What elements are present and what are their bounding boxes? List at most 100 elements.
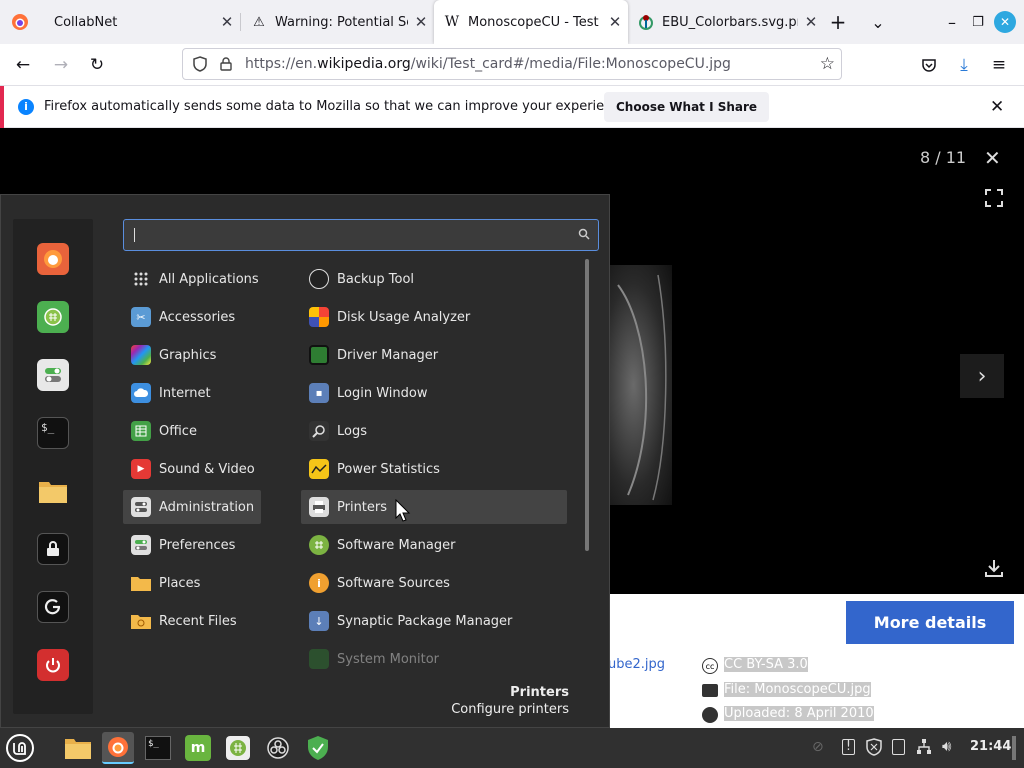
lock-screen-icon[interactable]	[37, 533, 69, 565]
image-file-icon	[702, 684, 718, 697]
app-software-manager[interactable]: Software Manager	[301, 528, 567, 562]
license-text[interactable]: CC BY-SA 3.0	[724, 657, 808, 672]
mintupdate-launcher-icon[interactable]: m	[182, 732, 214, 764]
more-details-button[interactable]: More details	[846, 601, 1014, 644]
selected-app-description: Configure printers	[451, 702, 569, 717]
image-preview[interactable]	[608, 265, 672, 505]
category-administration[interactable]: Administration	[123, 490, 261, 524]
restore-icon[interactable]: ❐	[964, 8, 992, 36]
tab-collabnet[interactable]: CollabNet ✕	[44, 0, 240, 44]
logout-icon[interactable]	[37, 591, 69, 623]
printer-icon	[309, 497, 329, 517]
category-sound-video[interactable]: ▶ Sound & Video	[123, 452, 263, 486]
close-viewer-icon[interactable]: ✕	[984, 146, 1001, 170]
menu-search-input[interactable]	[123, 219, 599, 251]
app-backup-tool[interactable]: Backup Tool	[301, 262, 567, 296]
disk-usage-icon	[309, 307, 329, 327]
app-synaptic-package-manager[interactable]: ↓ Synaptic Package Manager	[301, 604, 567, 638]
notification-accent	[0, 86, 4, 128]
tab-title: EBU_Colorbars.svg.png	[662, 14, 798, 30]
clock-icon	[702, 707, 718, 723]
graph-icon	[309, 459, 329, 479]
firefox-view-icon[interactable]	[6, 8, 34, 36]
no-network-icon[interactable]: ⊘	[812, 739, 824, 755]
hamburger-menu-icon[interactable]: ≡	[984, 50, 1014, 80]
back-button[interactable]: ←	[8, 50, 38, 80]
app-software-sources[interactable]: i Software Sources	[301, 566, 567, 600]
tab-monoscope[interactable]: W MonoscopeCU - Test ca ✕	[434, 0, 628, 44]
close-icon[interactable]: ✕	[214, 13, 240, 31]
folder-icon[interactable]	[37, 475, 69, 507]
pocket-icon[interactable]	[914, 50, 944, 80]
category-all-applications[interactable]: All Applications	[123, 262, 263, 296]
next-image-button[interactable]: ›	[960, 354, 1004, 398]
close-window-button[interactable]: ✕	[991, 8, 1019, 36]
app-printers[interactable]: Printers	[301, 490, 567, 524]
category-recent-files[interactable]: Recent Files	[123, 604, 263, 638]
fullscreen-icon[interactable]	[984, 188, 1004, 212]
shield-launcher-icon[interactable]	[302, 732, 334, 764]
file-name-text[interactable]: File: MonoscopeCU.jpg	[724, 682, 871, 697]
document-tray-icon[interactable]	[892, 739, 905, 755]
tab-warning[interactable]: ⚠ Warning: Potential Sec ✕	[241, 0, 434, 44]
firefox-icon[interactable]	[37, 243, 69, 275]
sources-info-icon: i	[309, 573, 329, 593]
firefox-launcher-icon[interactable]	[102, 732, 134, 764]
app-power-statistics[interactable]: Power Statistics	[301, 452, 567, 486]
downloads-icon[interactable]: ⤓	[949, 50, 979, 80]
list-tabs-icon[interactable]: ⌄	[864, 8, 892, 36]
new-tab-icon[interactable]: +	[824, 8, 852, 36]
warning-icon: ⚠	[253, 14, 265, 30]
selected-app-title: Printers	[510, 685, 569, 700]
app-login-window[interactable]: ▪ Login Window	[301, 376, 567, 410]
close-icon[interactable]: ✕	[602, 13, 628, 31]
category-places[interactable]: Places	[123, 566, 263, 600]
terminal-icon[interactable]: $_	[37, 417, 69, 449]
cloud-icon	[131, 383, 151, 403]
reload-button[interactable]: ↻	[82, 50, 112, 80]
app-disk-usage-analyzer[interactable]: Disk Usage Analyzer	[301, 300, 567, 334]
clipboard-icon[interactable]: !	[842, 739, 855, 755]
close-icon[interactable]: ✕	[798, 13, 824, 31]
download-icon[interactable]	[984, 558, 1004, 582]
volume-icon[interactable]: 🔊︎	[942, 737, 951, 755]
menu-scrollbar[interactable]	[585, 259, 589, 551]
wikimedia-icon	[638, 14, 654, 30]
mint-menu-button[interactable]	[4, 732, 36, 764]
forward-button[interactable]: →	[46, 50, 76, 80]
security-shield-tray-icon[interactable]	[866, 738, 882, 760]
grid-icon	[131, 269, 151, 289]
close-icon[interactable]: ✕	[408, 13, 434, 31]
category-graphics[interactable]: Graphics	[123, 338, 263, 372]
software-manager-icon[interactable]	[37, 301, 69, 333]
category-preferences[interactable]: Preferences	[123, 528, 263, 562]
close-icon[interactable]: ✕	[990, 97, 1004, 117]
bookmark-star-icon[interactable]: ☆	[820, 54, 835, 74]
lock-icon[interactable]	[217, 57, 235, 71]
minimize-icon[interactable]: –	[938, 8, 966, 36]
image-counter: 8 / 11	[920, 148, 967, 167]
app-system-monitor[interactable]: System Monitor	[301, 642, 567, 676]
url-bar[interactable]: https://en.wikipedia.org/wiki/Test_card#…	[182, 48, 842, 80]
scissors-icon: ✂	[131, 307, 151, 327]
terminal-launcher-icon[interactable]: $_	[142, 732, 174, 764]
power-icon[interactable]	[37, 649, 69, 681]
network-tray-icon[interactable]	[916, 738, 932, 760]
tab-ebu-colorbars[interactable]: EBU_Colorbars.svg.png ✕	[628, 0, 824, 44]
related-file-link[interactable]: ube2.jpg	[608, 657, 665, 672]
files-launcher-icon[interactable]	[62, 732, 94, 764]
category-accessories[interactable]: ✂ Accessories	[123, 300, 263, 334]
category-office[interactable]: Office	[123, 414, 263, 448]
show-desktop-button[interactable]	[1012, 736, 1016, 760]
download-arrow-icon: ↓	[309, 611, 329, 631]
shield-icon[interactable]	[191, 56, 209, 72]
choose-what-i-share-button[interactable]: Choose What I Share	[604, 92, 770, 122]
category-internet[interactable]: Internet	[123, 376, 263, 410]
app-logs[interactable]: Logs	[301, 414, 567, 448]
clock-text[interactable]: 21:44	[970, 739, 1011, 754]
settings-toggle-icon[interactable]	[37, 359, 69, 391]
backup-icon	[309, 269, 329, 289]
software-manager-launcher-icon[interactable]	[222, 732, 254, 764]
app-driver-manager[interactable]: Driver Manager	[301, 338, 567, 372]
obs-launcher-icon[interactable]	[262, 732, 294, 764]
